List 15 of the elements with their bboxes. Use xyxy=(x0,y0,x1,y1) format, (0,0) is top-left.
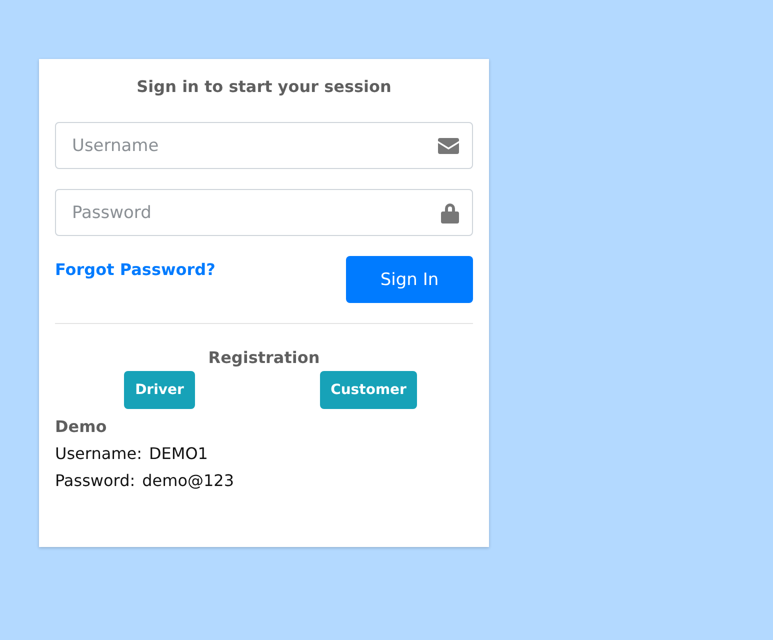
registration-button[interactable]: Driver xyxy=(124,371,195,409)
lock-icon xyxy=(441,202,459,223)
registration-button[interactable]: Customer xyxy=(320,371,418,409)
credential-label: Password: xyxy=(55,471,136,490)
credential-label: Username: xyxy=(55,444,142,463)
envelope-icon xyxy=(438,138,459,154)
card-title: Sign in to start your session xyxy=(136,77,392,96)
forgot-password-link[interactable]: Forgot Password? xyxy=(55,260,216,279)
sign-in-button[interactable]: Sign In xyxy=(346,256,473,303)
credential-value: demo@123 xyxy=(142,471,234,490)
input-field[interactable]: Username xyxy=(55,122,473,169)
credential-value: DEMO1 xyxy=(148,444,208,463)
demo-heading: Demo xyxy=(55,417,107,436)
input-field[interactable]: Password xyxy=(55,189,473,236)
registration-heading: Registration xyxy=(208,348,320,367)
